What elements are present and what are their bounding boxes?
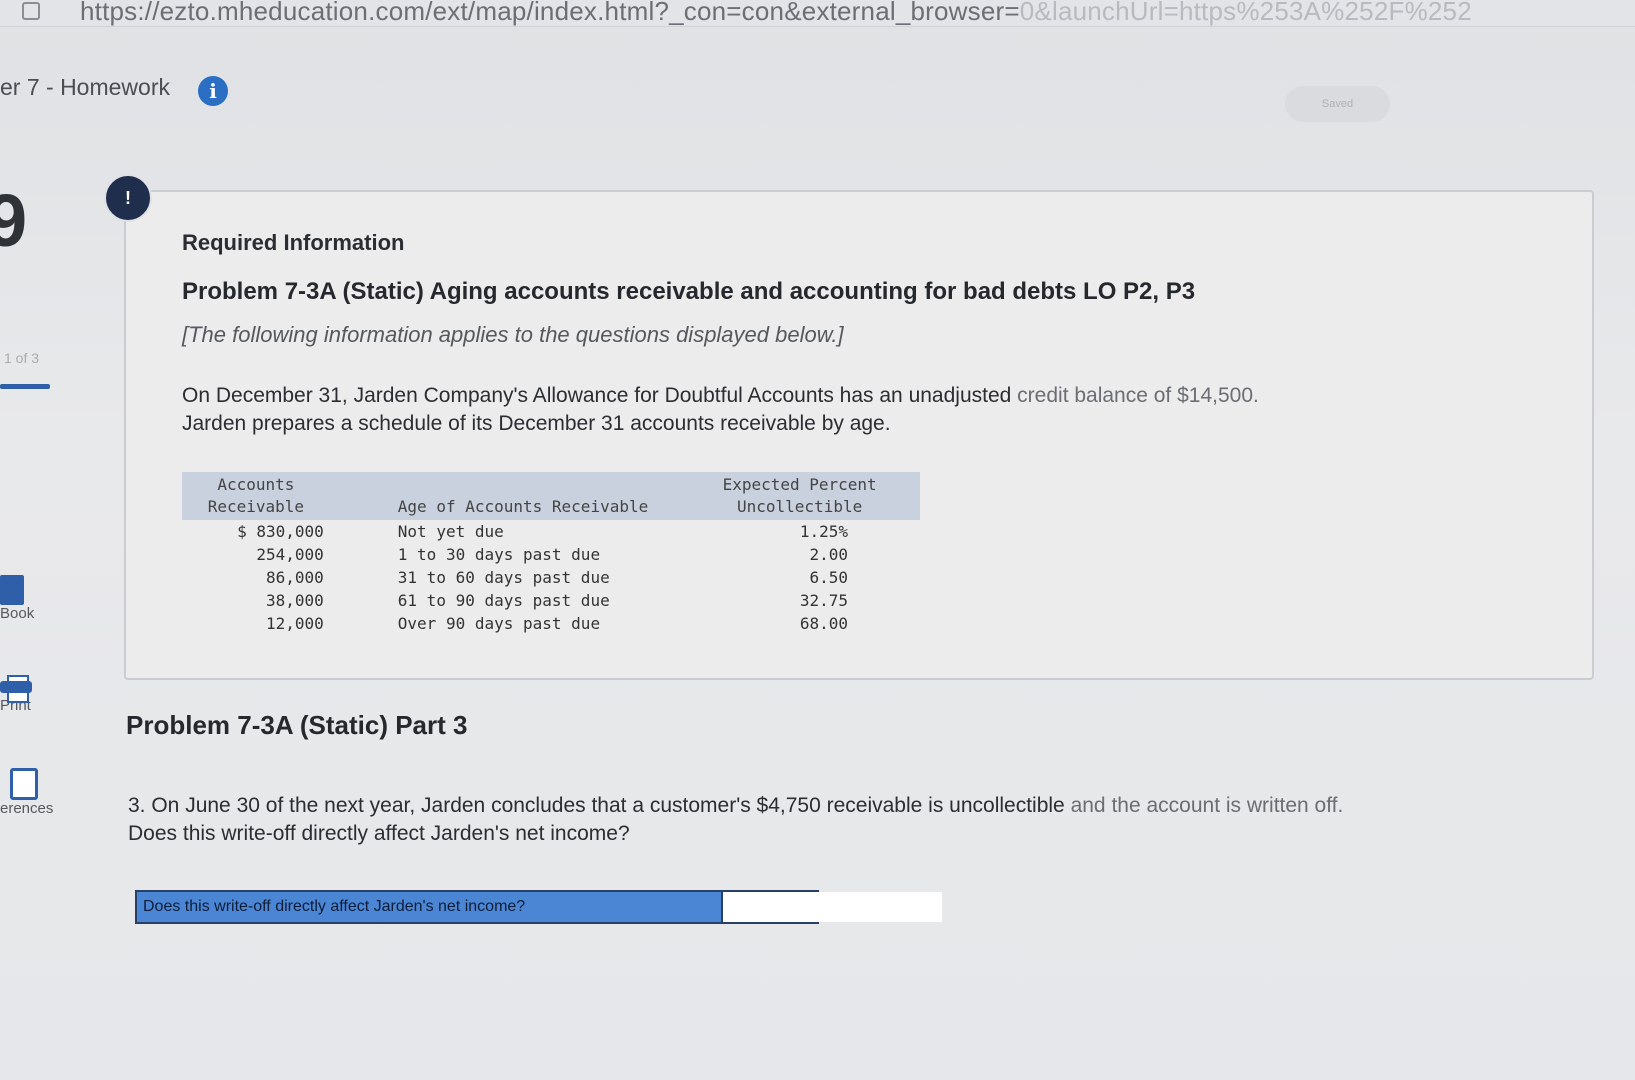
url-text[interactable]: https://ezto.mheducation.com/ext/map/ind… (80, 0, 1472, 27)
table-row: 12,000 Over 90 days past due 68.00 (182, 612, 920, 635)
intro-paragraph: On December 31, Jarden Company's Allowan… (182, 382, 1542, 438)
cell-percent: 2.00 (809, 545, 848, 564)
table-row: 254,000 1 to 30 days past due 2.00 (182, 543, 920, 566)
saved-button[interactable]: Saved (1285, 86, 1390, 122)
print-button[interactable]: Print (0, 675, 80, 714)
applies-note: [The following information applies to th… (182, 322, 844, 347)
page-icon (22, 2, 40, 20)
cell-age: 61 to 90 days past due (397, 591, 610, 610)
problem-title: Problem 7-3A (Static) Aging accounts rec… (182, 278, 1196, 305)
header-accounts-receivable: Accounts Receivable (182, 472, 338, 520)
question-text: 3. On June 30 of the next year, Jarden c… (128, 792, 1628, 848)
intro-faded: credit balance of $14,500. (1017, 384, 1259, 407)
cell-percent: 1.25% (799, 522, 848, 541)
cell-accounts-receivable: 86,000 (265, 568, 324, 587)
info-icon[interactable]: i (198, 76, 228, 106)
question-main: 3. On June 30 of the next year, Jarden c… (128, 794, 1071, 817)
url-main: https://ezto.mheducation.com/ext/map/ind… (80, 0, 1020, 26)
question-progress-bar (0, 384, 50, 389)
aging-schedule-table: Accounts Receivable Age of Accounts Recei… (182, 472, 920, 635)
header-expected-percent: Expected Percent Uncollectible (679, 472, 920, 520)
cell-age: 31 to 60 days past due (397, 568, 610, 587)
table-row: $ 830,000 Not yet due 1.25% (182, 520, 920, 543)
header-age: Age of Accounts Receivable (337, 472, 680, 520)
answer-row: Does this write-off directly affect Jard… (135, 890, 942, 924)
part-title: Problem 7-3A (Static) Part 3 (126, 710, 468, 740)
table-header-row: Accounts Receivable Age of Accounts Recei… (182, 472, 920, 520)
cell-accounts-receivable: 12,000 (265, 614, 324, 633)
answer-input[interactable] (721, 892, 942, 922)
ebook-label: Book (0, 605, 35, 622)
cell-accounts-receivable: 254,000 (256, 545, 324, 564)
intro-line2: Jarden prepares a schedule of its Decemb… (182, 412, 891, 435)
cell-percent: 68.00 (799, 614, 848, 633)
cell-percent: 6.50 (809, 568, 848, 587)
cell-age: Not yet due (397, 522, 504, 541)
cell-age: 1 to 30 days past due (397, 545, 601, 564)
cell-percent: 32.75 (799, 591, 848, 610)
table-row: 38,000 61 to 90 days past due 32.75 (182, 589, 920, 612)
ebook-icon (0, 575, 24, 605)
references-button[interactable]: erences (0, 768, 80, 817)
required-information-heading: Required Information (182, 230, 405, 255)
references-label: erences (0, 800, 54, 817)
answer-prompt-label: Does this write-off directly affect Jard… (137, 892, 721, 922)
question-sidebar: 9 1 of 3 Book Print erences (0, 160, 80, 1080)
cell-accounts-receivable: $ 830,000 (237, 522, 324, 541)
question-progress-text: 1 of 3 (4, 350, 40, 366)
page: https://ezto.mheducation.com/ext/map/ind… (0, 0, 1635, 1080)
intro-main: On December 31, Jarden Company's Allowan… (182, 384, 1018, 407)
required-information-box: Required Information Problem 7-3A (Stati… (124, 190, 1594, 680)
assignment-title: er 7 - Homework (0, 74, 170, 100)
ebook-button[interactable]: Book (0, 575, 80, 622)
references-icon (10, 768, 38, 800)
question-alert-badge: ! (104, 174, 152, 222)
print-icon (0, 675, 32, 703)
table-row: 86,000 31 to 60 days past due 6.50 (182, 566, 920, 589)
url-faded: 0&launchUrl=https%253A%252F%252 (1019, 0, 1472, 26)
question-line2: Does this write-off directly affect Jard… (128, 822, 630, 845)
question-number: 9 (0, 179, 28, 262)
browser-address-bar[interactable]: https://ezto.mheducation.com/ext/map/ind… (0, 0, 1635, 27)
cell-age: Over 90 days past due (397, 614, 601, 633)
cell-accounts-receivable: 38,000 (265, 591, 324, 610)
question-faded: and the account is written off. (1070, 794, 1344, 817)
